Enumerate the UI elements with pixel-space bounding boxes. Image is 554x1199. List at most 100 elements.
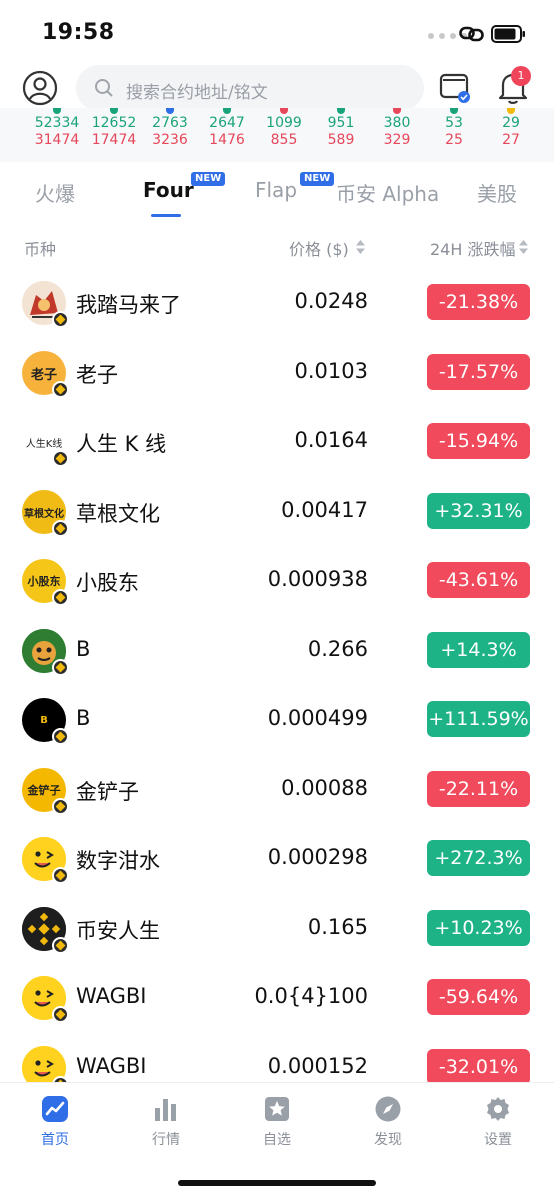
table-row[interactable]: WAGBI 0.0{4}100 -59.64% [0, 962, 554, 1032]
active-tab-indicator [151, 214, 181, 217]
token-price: 0.0103 [294, 359, 368, 383]
bnb-chain-icon [52, 520, 69, 537]
table-row[interactable]: B B 0.000499 +111.59% [0, 684, 554, 754]
stat-item[interactable]: 951 589 [311, 108, 371, 149]
new-badge: NEW [191, 172, 226, 186]
token-name: B [76, 637, 91, 661]
top-bar: 搜索合约地址/铭文 1 [0, 62, 554, 114]
token-price: 0.0164 [294, 428, 368, 452]
change-badge: +14.3% [427, 632, 530, 668]
bnb-chain-icon [52, 589, 69, 606]
change-badge: -59.64% [427, 979, 530, 1015]
compass-icon [375, 1096, 401, 1122]
bnb-chain-icon [52, 311, 69, 328]
change-badge: +111.59% [427, 701, 530, 737]
change-badge: +10.23% [427, 910, 530, 946]
token-price: 0.000938 [267, 567, 368, 591]
nav-discover[interactable]: 发现 [353, 1095, 423, 1149]
battery-icon [491, 25, 525, 43]
tab-hot[interactable]: 火爆 [35, 178, 75, 207]
nav-label: 首页 [41, 1132, 69, 1148]
table-row[interactable]: B 0.266 +14.3% [0, 615, 554, 685]
token-name: WAGBI [76, 984, 147, 1008]
table-row[interactable]: 数字泔水 0.000298 +272.3% [0, 823, 554, 893]
stat-item[interactable]: 380 329 [367, 108, 427, 149]
nav-home[interactable]: 首页 [20, 1095, 90, 1149]
nav-watchlist[interactable]: 自选 [242, 1095, 312, 1149]
table-row[interactable]: 老子 老子 0.0103 -17.57% [0, 337, 554, 407]
stat-item[interactable]: 2647 1476 [197, 108, 257, 149]
status-time: 19:58 [42, 20, 115, 45]
token-price: 0.00417 [281, 498, 368, 522]
stat-down: 589 [327, 132, 355, 148]
bnb-chain-icon [52, 798, 69, 815]
tab-us-stocks[interactable]: 美股 [477, 178, 517, 207]
bnb-chain-icon [52, 659, 69, 676]
token-price: 0.0{4}100 [254, 984, 368, 1008]
stat-item[interactable]: 29 27 [481, 108, 541, 149]
stat-mark [393, 108, 401, 114]
status-bar: 19:58 [0, 0, 554, 62]
table-row[interactable]: 人生K线 人生 K 线 0.0164 -15.94% [0, 406, 554, 476]
token-price: 0.266 [307, 637, 368, 661]
column-change[interactable]: 24H 涨跌幅 [430, 236, 515, 260]
search-icon [95, 79, 113, 97]
stat-item[interactable]: 1099 855 [254, 108, 314, 149]
token-name: B [76, 706, 91, 730]
search-input[interactable]: 搜索合约地址/铭文 [76, 65, 424, 111]
table-row[interactable]: WAGBI 0.000152 -32.01% [0, 1032, 554, 1082]
notification-badge: 1 [511, 66, 531, 86]
nav-market[interactable]: 行情 [131, 1095, 201, 1149]
table-row[interactable]: 金铲子 金铲子 0.00088 -22.11% [0, 754, 554, 824]
sort-icon[interactable] [518, 239, 529, 255]
nav-label: 发现 [374, 1132, 402, 1148]
table-row[interactable]: 草根文化 草根文化 0.00417 +32.31% [0, 476, 554, 546]
token-price: 0.00088 [281, 776, 368, 800]
stat-up: 29 [502, 115, 520, 131]
change-badge: -17.57% [427, 354, 530, 390]
token-name: WAGBI [76, 1054, 147, 1078]
wallet-icon[interactable] [438, 70, 472, 104]
stat-up: 2647 [209, 115, 245, 131]
tab-four[interactable]: Four [143, 178, 194, 202]
token-list: 我踏马来了 0.0248 -21.38% 老子 老子 0.0103 -17.57… [0, 267, 554, 1082]
table-row[interactable]: 小股东 小股东 0.000938 -43.61% [0, 545, 554, 615]
new-badge: NEW [300, 172, 335, 186]
stat-mark [223, 108, 231, 114]
stat-up: 53 [445, 115, 463, 131]
sort-icon[interactable] [355, 239, 366, 255]
column-price[interactable]: 价格 ($) [289, 236, 349, 260]
link-icon [459, 26, 484, 42]
avatar-icon[interactable] [22, 70, 58, 106]
stat-down: 25 [445, 132, 463, 148]
stat-up: 2763 [152, 115, 188, 131]
token-name: 草根文化 [76, 502, 160, 526]
token-price: 0.000298 [267, 845, 368, 869]
stat-up: 380 [383, 115, 411, 131]
stat-item[interactable]: 12652 17474 [84, 108, 144, 149]
tab-binance-alpha[interactable]: 币安 Alpha [336, 178, 439, 207]
token-name: 数字泔水 [76, 849, 160, 873]
token-price: 0.000499 [267, 706, 368, 730]
table-row[interactable]: 币安人生 0.165 +10.23% [0, 893, 554, 963]
nav-label: 自选 [263, 1132, 291, 1148]
nav-settings[interactable]: 设置 [463, 1095, 533, 1149]
tab-flap[interactable]: Flap [255, 178, 297, 202]
stat-up: 1099 [266, 115, 302, 131]
change-badge: +32.31% [427, 493, 530, 529]
gear-icon [487, 1097, 509, 1121]
stat-down: 855 [270, 132, 298, 148]
stat-item[interactable]: 52334 31474 [27, 108, 87, 149]
table-row[interactable]: 我踏马来了 0.0248 -21.38% [0, 267, 554, 337]
stat-item[interactable]: 53 25 [424, 108, 484, 149]
stat-mark [166, 108, 174, 114]
stat-mark [507, 108, 515, 114]
stat-mark [450, 108, 458, 114]
bnb-chain-icon [52, 1006, 69, 1023]
change-badge: -22.11% [427, 771, 530, 807]
change-badge: -15.94% [427, 423, 530, 459]
stat-up: 951 [327, 115, 355, 131]
token-name: 人生 K 线 [76, 432, 167, 456]
stat-item[interactable]: 2763 3236 [140, 108, 200, 149]
star-icon [265, 1097, 289, 1121]
